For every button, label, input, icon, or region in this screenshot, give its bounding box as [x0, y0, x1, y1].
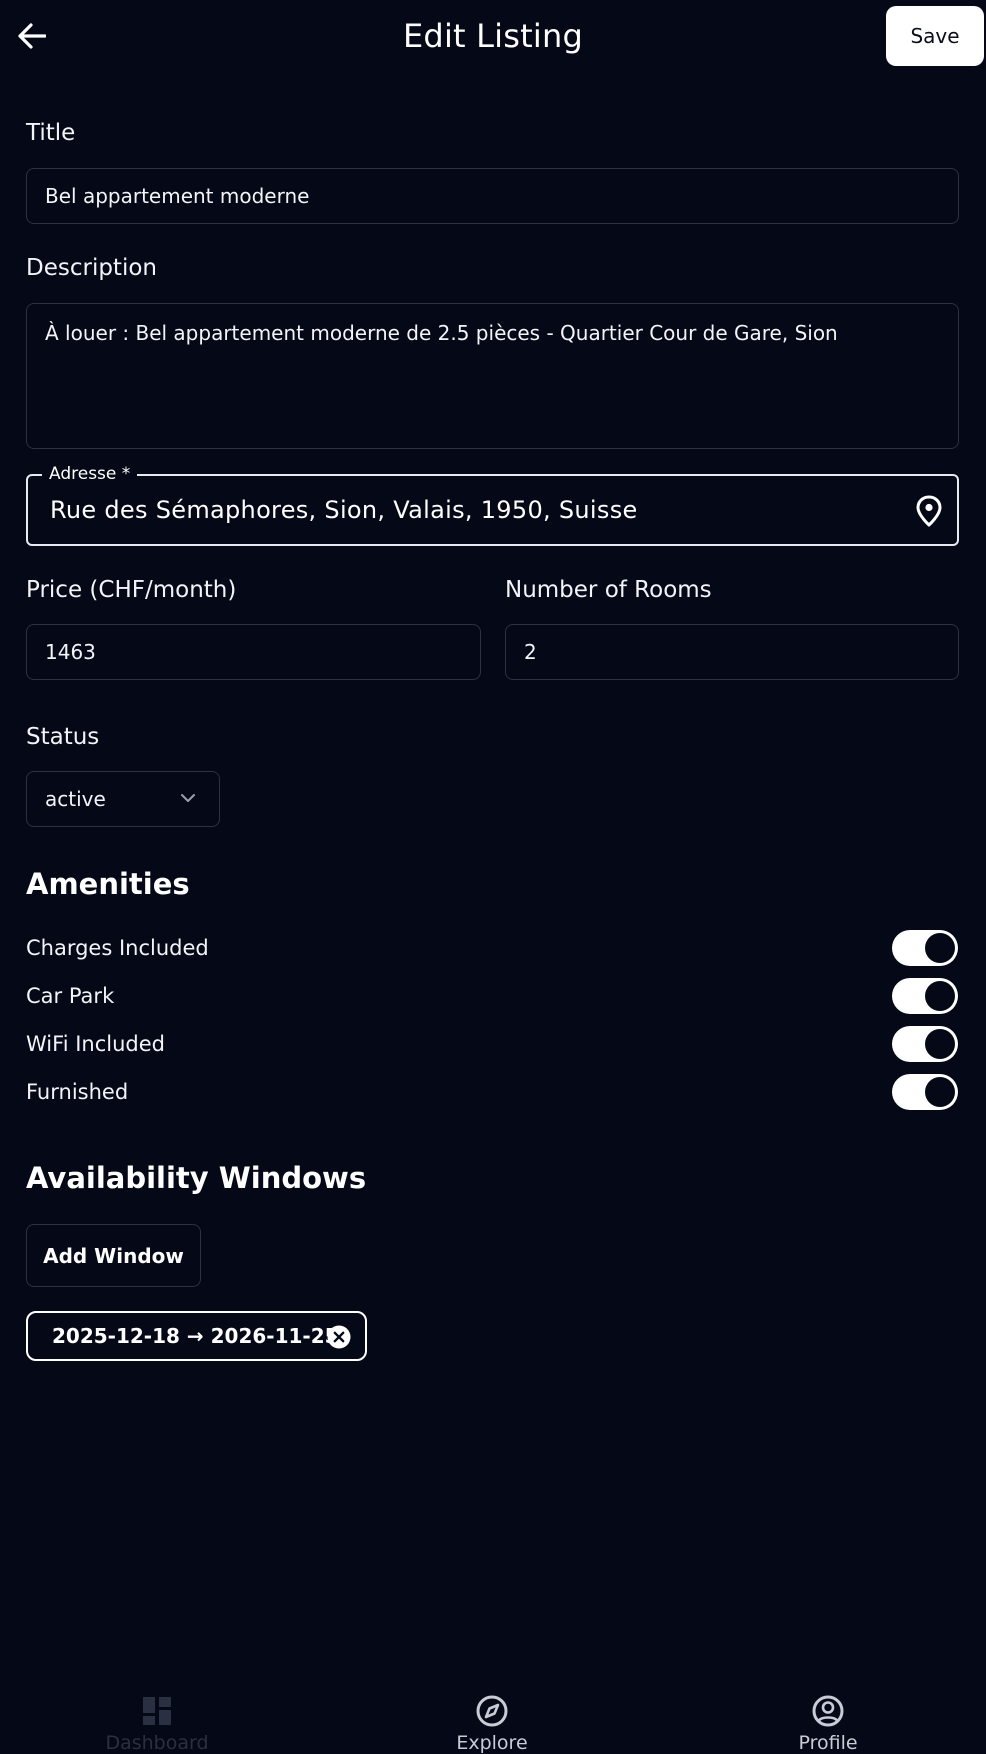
bottom-navigation: Dashboard Explore Profile [0, 1680, 986, 1754]
amenity-label-charges: Charges Included [26, 936, 209, 960]
toggle-wifi-included[interactable] [892, 1026, 958, 1062]
address-field[interactable]: Adresse * Rue des Sémaphores, Sion, Vala… [26, 464, 959, 546]
description-textarea[interactable]: À louer : Bel appartement moderne de 2.5… [26, 303, 959, 449]
title-input[interactable]: Bel appartement moderne [26, 168, 959, 224]
rooms-input[interactable]: 2 [505, 624, 959, 680]
add-window-button[interactable]: Add Window [26, 1224, 201, 1287]
address-value: Rue des Sémaphores, Sion, Valais, 1950, … [50, 496, 638, 524]
dashboard-icon [143, 1697, 171, 1725]
nav-label-explore: Explore [456, 1732, 528, 1754]
availability-heading: Availability Windows [26, 1161, 367, 1195]
save-button[interactable]: Save [886, 6, 984, 66]
amenity-label-wifi: WiFi Included [26, 1032, 165, 1056]
page-title: Edit Listing [403, 17, 583, 55]
toggle-car-park[interactable] [892, 978, 958, 1014]
availability-window-range: 2025-12-18 → 2026-11-25 [52, 1324, 339, 1348]
status-select-value: active [45, 787, 106, 811]
title-label: Title [26, 120, 76, 146]
status-select[interactable]: active [26, 771, 220, 827]
status-label: Status [26, 724, 100, 750]
map-pin-icon[interactable] [915, 495, 943, 527]
price-input-value: 1463 [45, 640, 96, 664]
nav-item-dashboard[interactable]: Dashboard [87, 1694, 227, 1754]
rooms-label: Number of Rooms [505, 577, 712, 603]
profile-icon [812, 1695, 844, 1727]
availability-window-chip: 2025-12-18 → 2026-11-25 [26, 1311, 367, 1361]
amenity-label-furnished: Furnished [26, 1080, 129, 1104]
title-input-value: Bel appartement moderne [45, 184, 310, 208]
top-bar: Edit Listing Save [0, 0, 986, 72]
chevron-down-icon [181, 794, 195, 802]
amenity-label-car-park: Car Park [26, 984, 115, 1008]
toggle-knob [925, 933, 955, 963]
price-label: Price (CHF/month) [26, 577, 237, 603]
nav-item-profile[interactable]: Profile [758, 1694, 898, 1754]
toggle-knob [925, 981, 955, 1011]
price-input[interactable]: 1463 [26, 624, 481, 680]
address-label: Adresse * [42, 464, 138, 484]
nav-item-explore[interactable]: Explore [422, 1694, 562, 1754]
compass-icon [476, 1695, 508, 1727]
description-textarea-value: À louer : Bel appartement moderne de 2.5… [45, 321, 838, 345]
close-circle-icon[interactable] [327, 1325, 351, 1349]
amenities-heading: Amenities [26, 867, 190, 901]
toggle-knob [925, 1077, 955, 1107]
toggle-knob [925, 1029, 955, 1059]
toggle-furnished[interactable] [892, 1074, 958, 1110]
nav-label-dashboard: Dashboard [105, 1732, 209, 1754]
toggle-charges-included[interactable] [892, 930, 958, 966]
nav-label-profile: Profile [798, 1732, 858, 1754]
rooms-input-value: 2 [524, 640, 537, 664]
description-label: Description [26, 255, 157, 281]
